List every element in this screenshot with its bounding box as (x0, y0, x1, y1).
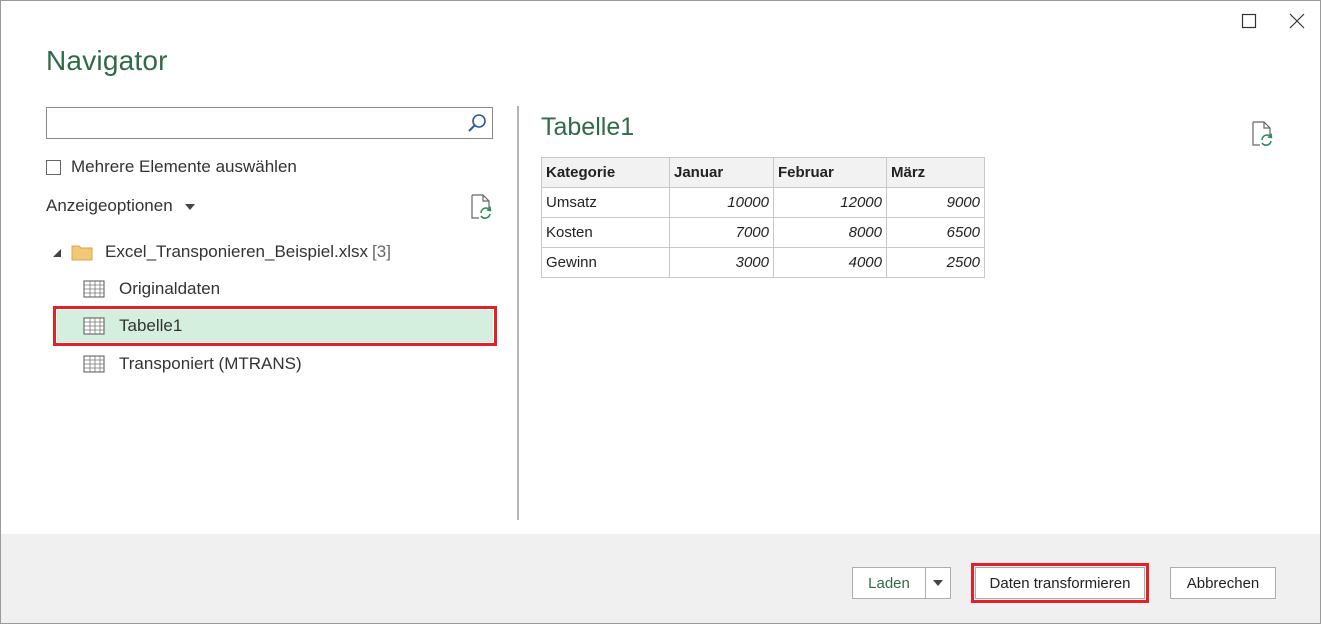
workbook-name: Excel_Transponieren_Beispiel.xlsx (105, 242, 369, 261)
navigator-dialog: Navigator Mehrere Elemente auswählen Anz… (0, 0, 1321, 624)
table-icon (83, 355, 105, 373)
preview-table: Kategorie Januar Februar März Umsatz 100… (541, 157, 985, 278)
table-cell: 7000 (669, 217, 774, 248)
cancel-button[interactable]: Abbrechen (1170, 567, 1276, 599)
tree-root-workbook[interactable]: Excel_Transponieren_Beispiel.xlsx [3] (53, 239, 391, 265)
table-row: Gewinn 3000 4000 2500 (541, 247, 985, 278)
search-input[interactable] (51, 108, 465, 138)
transform-data-button[interactable]: Daten transformieren (971, 563, 1149, 603)
multi-select-checkbox[interactable] (46, 159, 61, 175)
table-cell: Gewinn (541, 247, 670, 278)
tree-item-tabelle1[interactable]: Tabelle1 (53, 306, 497, 346)
table-cell: 6500 (886, 217, 985, 248)
expand-arrow-icon[interactable] (53, 249, 61, 257)
chevron-down-icon (933, 580, 943, 586)
multi-select-option[interactable]: Mehrere Elemente auswählen (46, 157, 297, 177)
table-row: Kosten 7000 8000 6500 (541, 217, 985, 248)
table-cell: 12000 (773, 187, 887, 218)
table-icon (83, 317, 105, 335)
search-box[interactable] (46, 107, 493, 139)
tree-item-label: Transponiert (MTRANS) (119, 354, 302, 373)
load-button[interactable]: Laden (852, 567, 926, 599)
panel-divider[interactable] (517, 106, 519, 520)
dialog-title: Navigator (46, 45, 168, 76)
table-cell: 8000 (773, 217, 887, 248)
table-header-row: Kategorie Januar Februar März (541, 157, 985, 188)
display-options-label: Anzeigeoptionen (46, 196, 173, 215)
folder-icon (71, 245, 93, 261)
table-icon (83, 280, 105, 298)
tree-item-transponiert[interactable]: Transponiert (MTRANS) (57, 348, 493, 380)
multi-select-label: Mehrere Elemente auswählen (71, 157, 297, 176)
search-icon[interactable] (466, 112, 488, 134)
tree-item-originaldaten[interactable]: Originaldaten (57, 273, 493, 305)
table-cell: 3000 (669, 247, 774, 278)
display-options-dropdown[interactable]: Anzeigeoptionen (46, 196, 195, 216)
tree-item-label: Originaldaten (119, 279, 221, 298)
workbook-item-count: [3] (372, 242, 391, 261)
table-cell: Umsatz (541, 187, 670, 218)
close-icon (1289, 13, 1305, 29)
tree-item-label: Tabelle1 (119, 316, 183, 335)
column-header[interactable]: Februar (773, 157, 887, 188)
refresh-icon[interactable] (470, 194, 492, 220)
maximize-button[interactable] (1235, 9, 1263, 33)
column-header[interactable]: Kategorie (541, 157, 670, 188)
table-cell: 10000 (669, 187, 774, 218)
maximize-icon (1241, 13, 1257, 29)
load-options-button[interactable] (925, 567, 951, 599)
table-cell: 4000 (773, 247, 887, 278)
chevron-down-icon (184, 204, 195, 210)
table-cell: 2500 (886, 247, 985, 278)
table-row: Umsatz 10000 12000 9000 (541, 187, 985, 218)
table-cell: 9000 (886, 187, 985, 218)
close-button[interactable] (1283, 9, 1311, 33)
table-cell: Kosten (541, 217, 670, 248)
refresh-icon[interactable] (1251, 121, 1273, 147)
column-header[interactable]: März (886, 157, 985, 188)
preview-title: Tabelle1 (541, 113, 635, 141)
column-header[interactable]: Januar (669, 157, 774, 188)
